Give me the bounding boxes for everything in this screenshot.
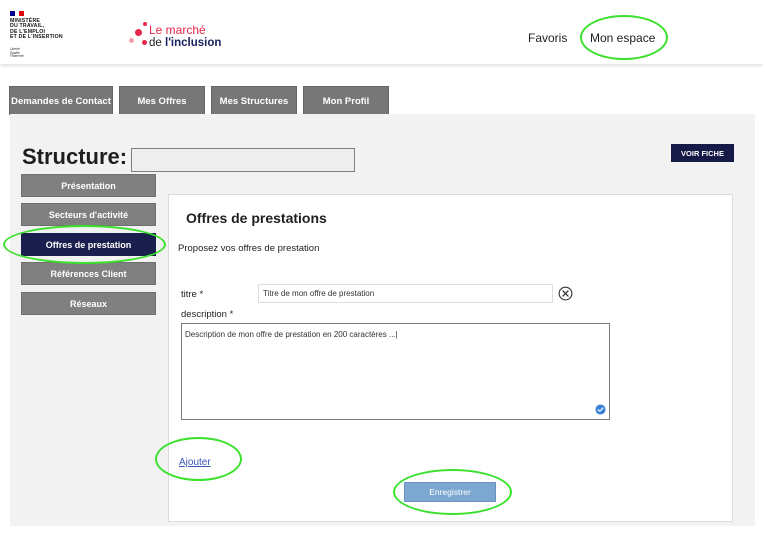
- ministry-name: MINISTÈRE DU TRAVAIL, DE L'EMPLOI ET DE …: [10, 18, 63, 41]
- structure-title: Structure:: [22, 144, 128, 169]
- republic-motto: Liberté Égalité Fraternité: [10, 47, 24, 58]
- highlight-circle-enregistrer: [393, 469, 512, 515]
- highlight-circle-ajouter: [155, 437, 242, 481]
- clear-close-icon[interactable]: [558, 286, 573, 301]
- tab-mon-profil[interactable]: Mon Profil: [303, 86, 389, 115]
- brand-name-line1: Le marché: [149, 23, 206, 37]
- tab-mes-offres[interactable]: Mes Offres: [119, 86, 205, 115]
- voir-fiche-button[interactable]: VOIR FICHE: [671, 144, 734, 162]
- description-label: description *: [181, 309, 234, 320]
- panel-title: Offres de prestations: [186, 210, 327, 226]
- description-textarea[interactable]: Description de mon offre de prestation e…: [181, 323, 610, 420]
- panel-subtitle: Proposez vos offres de prestation: [178, 243, 320, 254]
- highlight-circle-offres-de-prestation: [3, 225, 166, 264]
- titre-input[interactable]: Titre de mon offre de prestation: [258, 284, 553, 303]
- sidebar-item-reseaux[interactable]: Réseaux: [21, 292, 156, 315]
- check-badge-icon: [595, 404, 606, 415]
- nav-favoris-link[interactable]: Favoris: [528, 31, 567, 45]
- tab-demandes-de-contact[interactable]: Demandes de Contact: [9, 86, 113, 115]
- tab-mes-structures[interactable]: Mes Structures: [211, 86, 297, 115]
- sidebar-item-presentation[interactable]: Présentation: [21, 174, 156, 197]
- brand-name-line2: de l'inclusion: [149, 37, 222, 49]
- sidebar-item-references-client[interactable]: Références Client: [21, 262, 156, 285]
- french-flag-icon: [10, 11, 24, 16]
- government-logo[interactable]: MINISTÈRE DU TRAVAIL, DE L'EMPLOI ET DE …: [10, 11, 80, 61]
- highlight-circle-mon-espace: [580, 15, 668, 60]
- titre-label: titre *: [181, 289, 204, 300]
- sidebar-item-secteurs-activite[interactable]: Secteurs d'activité: [21, 203, 156, 226]
- marche-inclusion-logo[interactable]: Le marché de l'inclusion: [125, 18, 235, 54]
- structure-name-field[interactable]: [131, 148, 355, 172]
